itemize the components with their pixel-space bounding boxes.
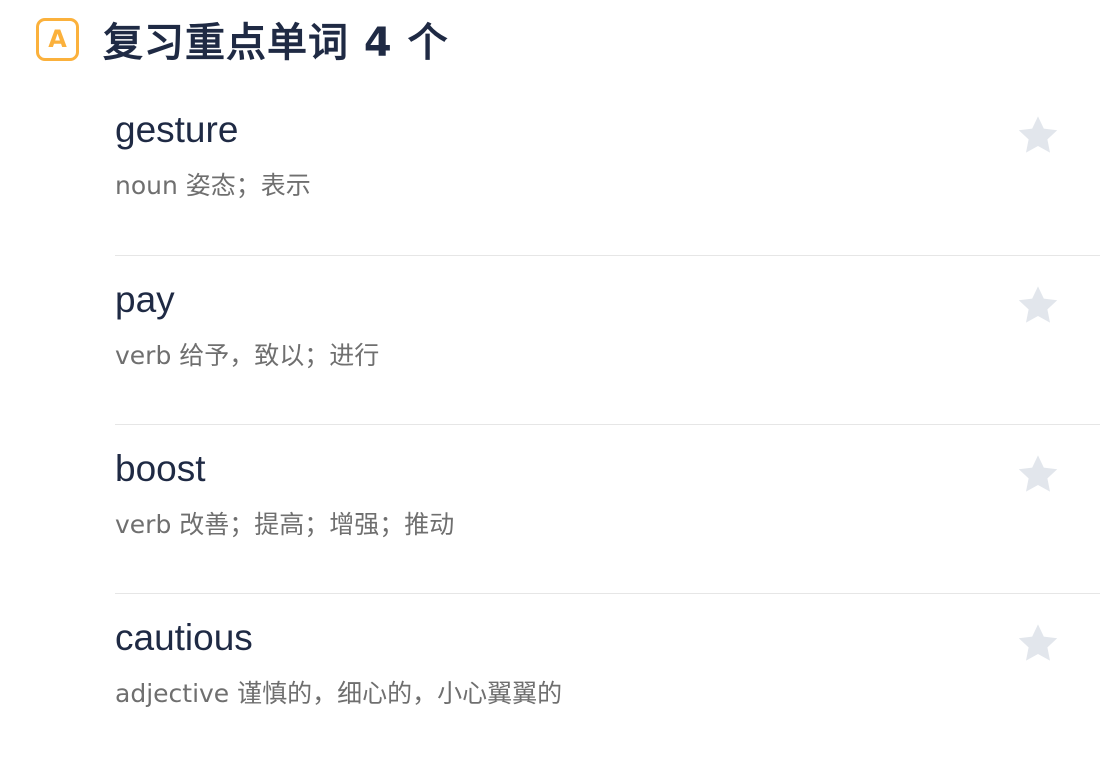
star-icon [1018, 286, 1058, 323]
word-item-cautious[interactable]: cautious adjective 谨慎的，细心的，小心翼翼的 [115, 593, 1100, 762]
star-icon [1018, 455, 1058, 492]
word-definition: adjective 谨慎的，细心的，小心翼翼的 [115, 679, 563, 708]
word-item-pay[interactable]: pay verb 给予，致以；进行 [115, 255, 1100, 424]
word-text: boost [115, 448, 206, 489]
star-icon [1018, 116, 1058, 153]
page-title: 复习重点单词 4 个 [103, 20, 449, 66]
star-button[interactable] [1014, 620, 1062, 668]
word-text: pay [115, 279, 175, 320]
star-icon [1018, 624, 1058, 661]
star-button[interactable] [1014, 112, 1062, 160]
word-text: cautious [115, 617, 253, 658]
star-button[interactable] [1014, 282, 1062, 330]
section-header: A 复习重点单词 4 个 [36, 10, 449, 68]
star-button[interactable] [1014, 451, 1062, 499]
word-item-boost[interactable]: boost verb 改善；提高；增强；推动 [115, 424, 1100, 593]
letter-a-icon: A [36, 17, 79, 61]
word-definition: verb 给予，致以；进行 [115, 341, 380, 370]
word-list: gesture noun 姿态；表示 pay verb 给予，致以；进行 boo… [115, 86, 1100, 762]
word-item-gesture[interactable]: gesture noun 姿态；表示 [115, 86, 1100, 255]
word-definition: noun 姿态；表示 [115, 171, 311, 200]
word-text: gesture [115, 109, 239, 150]
word-definition: verb 改善；提高；增强；推动 [115, 510, 455, 539]
